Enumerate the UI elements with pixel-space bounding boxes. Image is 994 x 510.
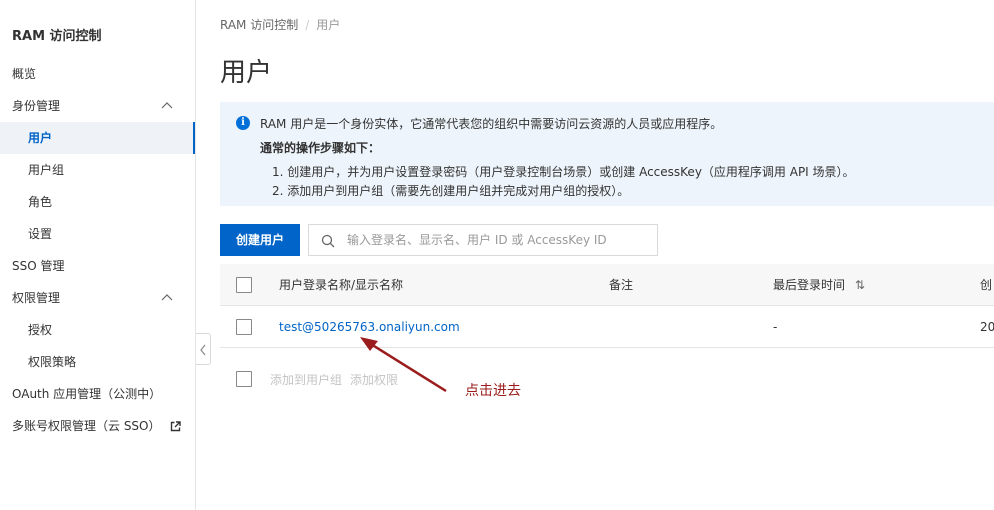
sidebar-item-label: OAuth 应用管理（公测中） [12, 387, 162, 401]
annotation-text: 点击进去 [465, 383, 521, 399]
sidebar-item-settings[interactable]: 设置 [0, 218, 195, 250]
sidebar-item-label: 设置 [28, 227, 53, 241]
sidebar-item-label: 用户组 [28, 163, 65, 177]
column-header-label: 最后登录时间 [773, 278, 846, 292]
sidebar-item-label: 权限管理 [12, 291, 61, 305]
info-icon: i [236, 116, 250, 130]
sidebar-item-grants[interactable]: 授权 [0, 314, 195, 346]
sidebar-item-oauth[interactable]: OAuth 应用管理（公测中） [0, 378, 195, 410]
sidebar-group-permissions[interactable]: 权限管理 [0, 282, 195, 314]
select-all-checkbox[interactable] [236, 277, 252, 293]
search-icon [321, 234, 335, 248]
row-created: 20 [980, 320, 994, 334]
page-title: 用户 [220, 58, 273, 88]
add-to-group-button[interactable]: 添加到用户组 [270, 371, 342, 388]
info-description: RAM 用户是一个身份实体，它通常代表您的组织中需要访问云资源的人员或应用程序。 [260, 117, 723, 131]
sidebar-item-multi-account[interactable]: 多账号权限管理（云 SSO） [0, 410, 195, 442]
breadcrumb-separator: / [305, 18, 310, 32]
sidebar-item-label: SSO 管理 [12, 259, 65, 273]
sidebar-group-identity[interactable]: 身份管理 [0, 90, 195, 122]
annotation-arrow-icon [360, 337, 447, 393]
sidebar-item-label: 概览 [12, 67, 37, 81]
ram-console: RAM 访问控制 概览 身份管理 用户 用户组 角色 设置 SSO 管理 权限管… [0, 0, 994, 510]
sidebar-item-sso[interactable]: SSO 管理 [0, 250, 195, 282]
search-input[interactable] [347, 225, 647, 255]
sidebar-item-label: 角色 [28, 195, 53, 209]
search-box [308, 224, 658, 256]
create-user-button[interactable]: 创建用户 [220, 224, 300, 256]
sidebar-item-label: 身份管理 [12, 99, 61, 113]
sidebar-item-label: 用户 [28, 131, 53, 145]
external-link-icon [171, 421, 182, 432]
sidebar-collapse-button[interactable] [196, 333, 211, 365]
info-steps-heading: 通常的操作步骤如下： [260, 141, 381, 155]
sidebar-item-label: 授权 [28, 323, 53, 337]
sort-icon[interactable]: ⇅ [855, 278, 865, 292]
sidebar-item-users[interactable]: 用户 [0, 122, 195, 154]
info-step-1: 1. 创建用户，并为用户设置登录密码（用户登录控制台场景）或创建 AccessK… [272, 165, 855, 179]
column-header-created: 创 [980, 278, 993, 292]
sidebar-item-label: 多账号权限管理（云 SSO） [12, 419, 161, 433]
info-notice: i RAM 用户是一个身份实体，它通常代表您的组织中需要访问云资源的人员或应用程… [220, 102, 994, 206]
breadcrumb-current: 用户 [316, 18, 341, 32]
column-header-last-login[interactable]: 最后登录时间 ⇅ [773, 264, 865, 306]
batch-select-checkbox[interactable] [236, 371, 252, 387]
chevron-up-icon [161, 294, 173, 301]
info-step-2: 2. 添加用户到用户组（需要先创建用户组并完成对用户组的授权）。 [272, 184, 630, 198]
table-header: 用户登录名称/显示名称 备注 最后登录时间 ⇅ 创 [220, 264, 994, 306]
row-last-login: - [773, 320, 778, 334]
sidebar-item-roles[interactable]: 角色 [0, 186, 195, 218]
sidebar-item-overview[interactable]: 概览 [0, 58, 195, 90]
breadcrumb-root-link[interactable]: RAM 访问控制 [220, 18, 298, 32]
table-row: test@50265763.onaliyun.com - 20 [220, 306, 994, 348]
chevron-left-icon [200, 344, 206, 356]
sidebar-item-policies[interactable]: 权限策略 [0, 346, 195, 378]
chevron-up-icon [161, 102, 173, 109]
column-header-login: 用户登录名称/显示名称 [279, 278, 404, 292]
column-header-remark: 备注 [609, 278, 634, 292]
sidebar-item-user-groups[interactable]: 用户组 [0, 154, 195, 186]
sidebar-item-label: 权限策略 [28, 355, 77, 369]
breadcrumb: RAM 访问控制 / 用户 [220, 16, 340, 33]
row-checkbox[interactable] [236, 319, 252, 335]
sidebar: RAM 访问控制 概览 身份管理 用户 用户组 角色 设置 SSO 管理 权限管… [0, 0, 196, 510]
sidebar-title: RAM 访问控制 [12, 29, 102, 44]
